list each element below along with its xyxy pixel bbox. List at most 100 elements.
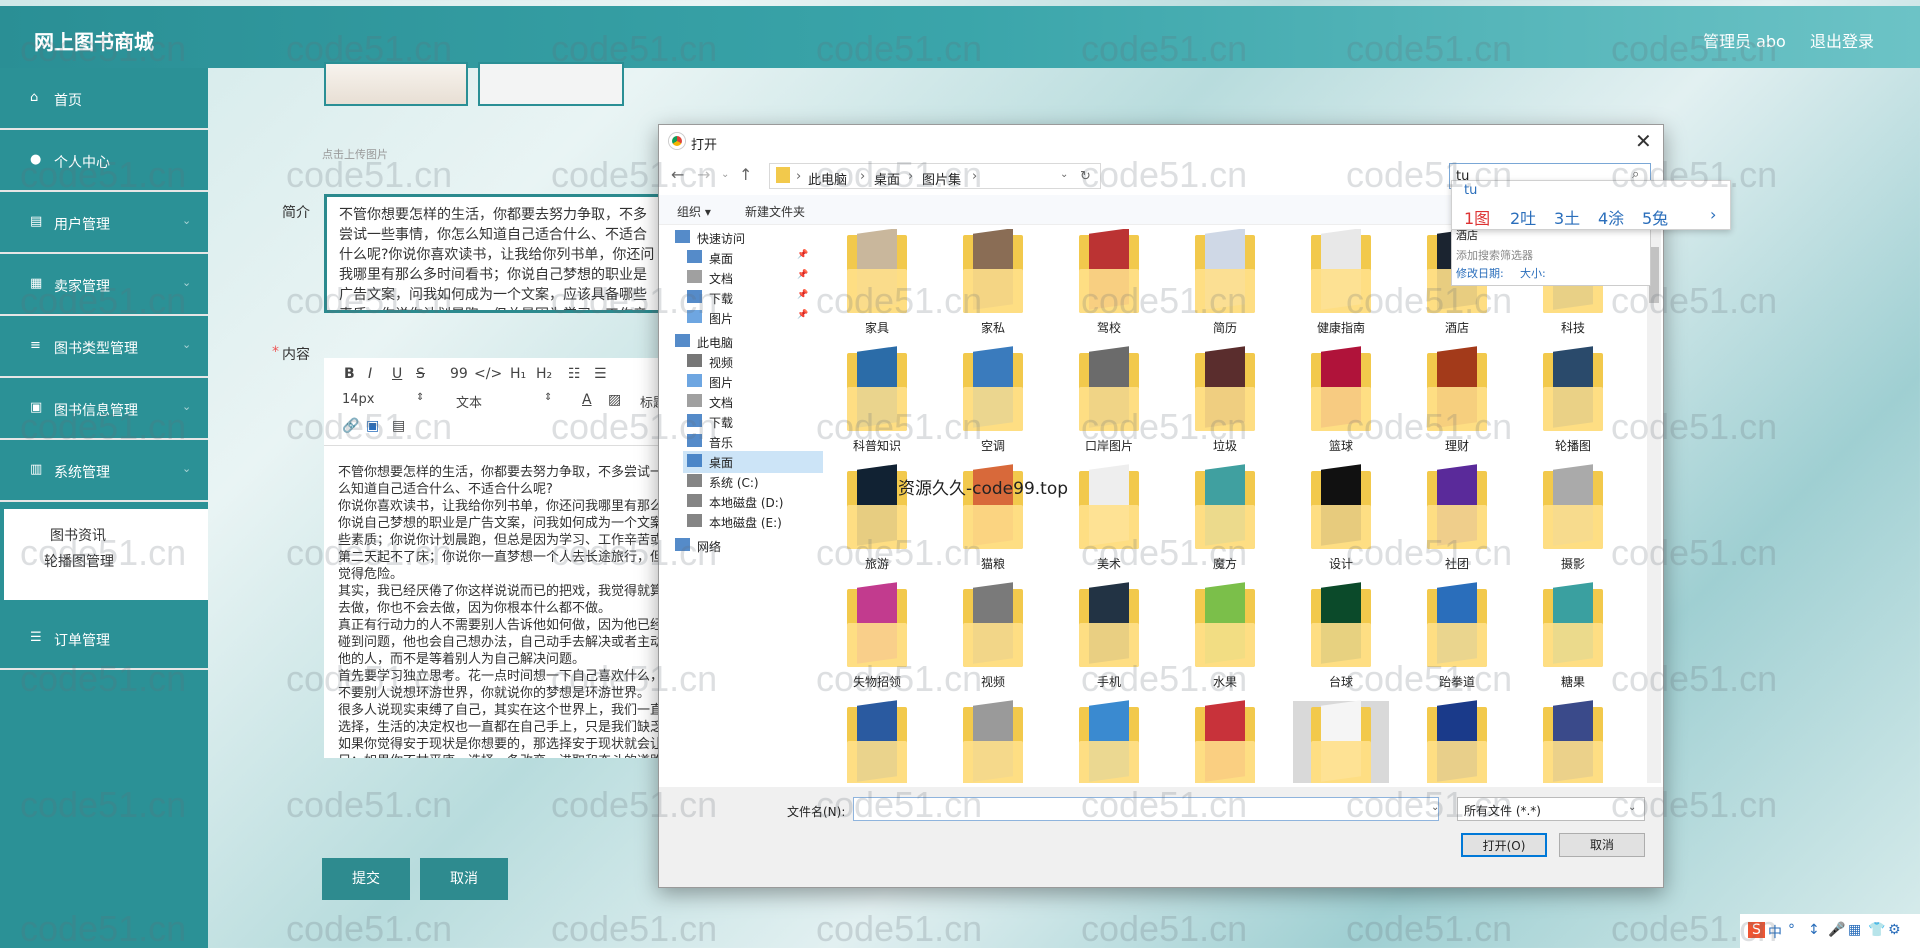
vertical-scrollbar[interactable] [1647,229,1661,783]
folder-item[interactable]: 空调 [945,346,1041,463]
folder-item[interactable]: 社团 [1409,464,1505,581]
folder-item[interactable]: 桶装水 [1061,700,1157,783]
uploaded-image-thumb[interactable] [324,62,468,106]
tree-item[interactable]: 桌面 📌 [683,247,811,269]
sidebar-item-book-type[interactable]: ≡ 图书类型管理 ⌄ [0,316,208,378]
open-button[interactable]: 打开(O) [1461,833,1547,857]
folder-item[interactable]: 图书 [1409,700,1505,783]
folder-item[interactable]: 台球 [1293,582,1389,699]
tree-item[interactable]: 系统 (C:) [683,471,811,493]
editor-tool-button[interactable]: </> [474,366,502,382]
folder-item[interactable]: 驾校 [1061,229,1157,345]
folder-item[interactable]: 健康指南 [1293,229,1389,345]
editor-tool-button[interactable]: H₁ [510,366,526,382]
upload-image-button[interactable] [478,62,624,106]
tray-icon[interactable]: ⚙ [1888,922,1901,938]
organize-menu[interactable]: 组织 ▾ [677,203,711,220]
editor-tool-button[interactable]: I [368,366,372,382]
folder-item[interactable]: 投票 [1177,700,1273,783]
folder-item[interactable]: 体育用品 [945,700,1041,783]
tray-icon[interactable]: ▦ [1848,922,1861,938]
tree-item[interactable]: 文档 📌 [683,267,811,289]
tree-item[interactable]: 快速访问 [671,227,799,249]
folder-item[interactable]: 图片 [1293,700,1389,783]
editor-tool-button[interactable]: ☷ [568,366,581,382]
recent-chevron-icon[interactable]: ⌄ [721,169,729,180]
folder-item[interactable]: 体育馆 [829,700,925,783]
folder-item[interactable]: 口岸图片 [1061,346,1157,463]
tray-icon[interactable]: ↕ [1808,922,1820,938]
folder-item[interactable]: 图书馆 [1525,700,1621,783]
link-icon[interactable]: 🔗 [342,418,359,434]
editor-tool-button[interactable]: 99 [450,366,468,382]
video-icon[interactable]: ▤ [392,418,405,434]
folder-item[interactable]: 美术 [1061,464,1157,581]
sidebar-item-seller[interactable]: ▦ 卖家管理 ⌄ [0,254,208,316]
folder-item[interactable]: 理财 [1409,346,1505,463]
tray-icon[interactable]: S [1748,922,1765,938]
tree-item[interactable]: 图片 [683,371,811,393]
folder-item[interactable]: 失物招领 [829,582,925,699]
editor-tool-button[interactable]: U [392,366,402,382]
address-bar[interactable]: › 此电脑 › 桌面 › 图片集 › ⌄ ↻ [769,163,1101,189]
tray-icon[interactable]: 中 [1768,922,1782,942]
font-type-select[interactable]: 文本 [456,392,482,411]
close-icon[interactable]: ✕ [1635,129,1652,153]
filename-input[interactable] [853,797,1439,821]
editor-tool-button[interactable]: ☰ [594,366,607,382]
breadcrumb-item[interactable]: 图片集 [922,169,961,188]
folder-item[interactable]: 篮球 [1293,346,1389,463]
admin-user-label[interactable]: 管理员 abo [1703,28,1786,52]
folder-item[interactable]: 科普知识 [829,346,925,463]
sidebar-item-user[interactable]: ● 个人中心 [0,130,208,192]
tree-item[interactable]: 下载 [683,411,811,433]
tree-item[interactable]: 此电脑 [671,331,799,353]
filter-date-link[interactable]: 修改日期: [1456,265,1504,281]
tree-item[interactable]: 下载 📌 [683,287,811,309]
font-color-icon[interactable]: A [582,392,592,408]
folder-item[interactable]: 手机 [1061,582,1157,699]
image-icon[interactable]: ▣ [366,418,379,434]
folder-item[interactable]: 摄影 [1525,464,1621,581]
submit-button[interactable]: 提交 [322,858,410,900]
tree-item[interactable]: 本地磁盘 (E:) [683,511,811,533]
ime-candidate[interactable]: 4涂 [1598,205,1624,229]
tree-item[interactable]: 文档 [683,391,811,413]
filetype-select[interactable]: 所有文件 (*.*) ⌄ [1457,797,1645,821]
tray-icon[interactable]: ° [1788,922,1795,938]
folder-item[interactable]: 垃圾 [1177,346,1273,463]
font-size-select[interactable]: 14px [342,392,375,407]
bg-color-icon[interactable]: ▨ [608,392,621,408]
filter-size-link[interactable]: 大小: [1520,265,1546,281]
intro-textarea[interactable]: 不管你想要怎样的生活，你都要去努力争取，不多尝试一些事情，你怎么知道自己适合什么… [324,194,674,313]
ime-candidate[interactable]: 5兔 [1642,205,1668,229]
cancel-button[interactable]: 取消 [420,858,508,900]
folder-item[interactable]: 水果 [1177,582,1273,699]
folder-item[interactable]: 糖果 [1525,582,1621,699]
dialog-cancel-button[interactable]: 取消 [1559,833,1645,857]
ime-candidate[interactable]: 1图 [1464,205,1490,229]
address-dropdown-icon[interactable]: ⌄ [1060,169,1068,180]
tree-item[interactable]: 本地磁盘 (D:) [683,491,811,513]
folder-item[interactable]: 设计 [1293,464,1389,581]
editor-tool-button[interactable]: H₂ [536,366,552,382]
sidebar-item-users[interactable]: ▤ 用户管理 ⌄ [0,192,208,254]
refresh-icon[interactable]: ↻ [1080,169,1091,184]
ime-candidate[interactable]: 2吐 [1510,205,1536,229]
submenu-item[interactable]: 图书资讯 [50,525,106,545]
breadcrumb-item[interactable]: 此电脑 [808,169,847,188]
forward-arrow-icon[interactable]: → [697,165,710,184]
sidebar-item-book-info[interactable]: ▣ 图书信息管理 ⌄ [0,378,208,440]
breadcrumb-item[interactable]: 桌面 [874,169,900,188]
folder-item[interactable]: 家私 [945,229,1041,345]
new-folder-button[interactable]: 新建文件夹 [745,203,805,220]
up-arrow-icon[interactable]: ↑ [739,165,752,184]
sidebar-item-system[interactable]: ▥ 系统管理 ⌄ [0,440,208,502]
sidebar-item-order[interactable]: ☰ 订单管理 [0,608,208,670]
tree-item[interactable]: 视频 [683,351,811,373]
editor-tool-button[interactable]: S [416,366,425,382]
folder-item[interactable]: 家具 [829,229,925,345]
submenu-item[interactable]: 轮播图管理 [44,551,114,571]
tree-item[interactable]: 桌面 [683,451,823,473]
sidebar-item-home[interactable]: ⌂ 首页 [0,68,208,130]
